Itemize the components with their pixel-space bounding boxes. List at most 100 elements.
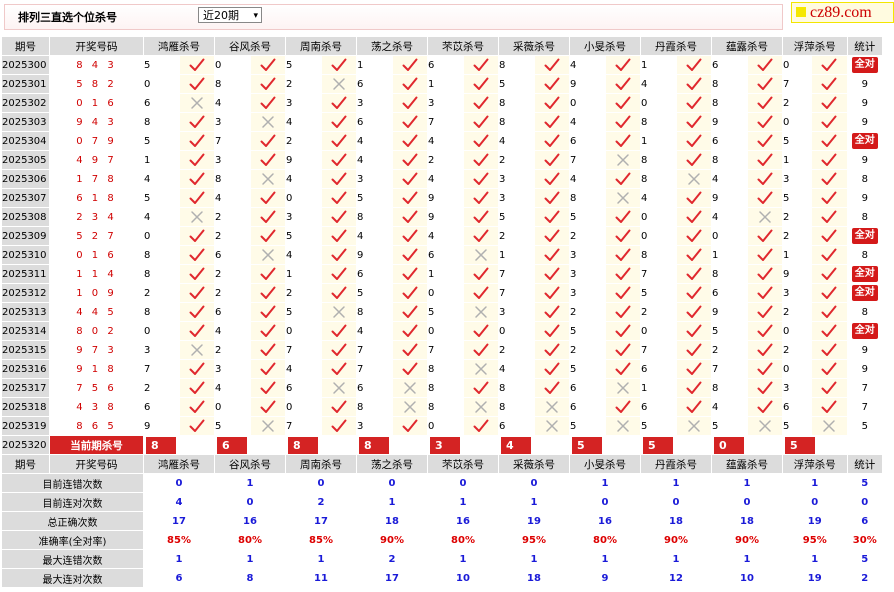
period-cell: 2025304 (1, 131, 50, 151)
stats-value: 1 (711, 549, 783, 569)
kill-number-cell: 0 (285, 188, 322, 208)
kill-number-cell: 4 (214, 378, 251, 398)
cross-icon (179, 340, 215, 360)
check-icon (747, 264, 783, 284)
check-icon (179, 55, 215, 75)
kill-number-cell: 0 (640, 226, 677, 246)
kill-number-cell: 5 (640, 416, 677, 436)
stats-value: 1 (782, 473, 848, 493)
check-icon (534, 340, 570, 360)
check-icon (605, 359, 641, 379)
current-kill-label: 当前期杀号 (49, 435, 144, 455)
check-icon (811, 340, 848, 360)
check-icon (676, 226, 712, 246)
column-header: 芣苡杀号 (427, 36, 499, 56)
kill-number-cell: 8 (640, 150, 677, 170)
check-icon (463, 93, 499, 113)
draw-number-cell: 9 1 8 (49, 359, 144, 379)
check-icon (811, 93, 848, 113)
all-right-badge: 全对 (851, 228, 878, 244)
period-select[interactable]: 近20期 ▾ (198, 7, 262, 23)
stat-count-cell: 9 (846, 93, 883, 113)
check-icon (676, 397, 712, 417)
check-icon (250, 226, 286, 246)
stats-value: 10 (427, 568, 499, 588)
draw-number-cell: 0 1 6 (49, 245, 144, 265)
period-cell: 2025311 (1, 264, 50, 284)
kill-number-cell: 0 (640, 207, 677, 227)
cross-icon (463, 359, 499, 379)
stats-label: 目前连错次数 (1, 473, 144, 493)
draw-number-cell: 7 5 6 (49, 378, 144, 398)
period-cell: 2025309 (1, 226, 50, 246)
kill-number-cell: 7 (427, 112, 464, 132)
column-header: 荡之杀号 (356, 36, 428, 56)
stat-count-cell: 全对 (846, 55, 883, 75)
kill-number-cell: 5 (569, 416, 606, 436)
check-icon (676, 340, 712, 360)
stats-value: 0 (498, 473, 570, 493)
kill-number-cell: 2 (569, 302, 606, 322)
kill-number-cell: 2 (782, 226, 812, 246)
stats-value: 30% (846, 530, 883, 550)
stats-value: 17 (356, 568, 428, 588)
cross-icon (676, 416, 712, 436)
check-icon (747, 378, 783, 398)
kill-number-cell: 5 (711, 321, 748, 341)
check-icon (463, 188, 499, 208)
kill-number-cell: 6 (569, 378, 606, 398)
column-header: 浮萍杀号 (782, 454, 848, 474)
check-icon (676, 131, 712, 151)
stats-value: 1 (356, 492, 428, 512)
stats-value: 1 (782, 549, 848, 569)
kill-number-cell: 4 (711, 207, 748, 227)
check-icon (534, 245, 570, 265)
kill-number-cell: 0 (782, 55, 812, 75)
check-icon (463, 131, 499, 151)
stats-value: 80% (569, 530, 641, 550)
site-logo[interactable]: cz89.com (791, 2, 894, 23)
check-icon (811, 302, 848, 322)
cross-icon (179, 93, 215, 113)
kill-number-cell: 0 (214, 55, 251, 75)
stats-value: 0 (143, 473, 215, 493)
column-header: 开奖号码 (49, 36, 144, 56)
kill-number-cell: 9 (569, 74, 606, 94)
table-row: 2025313 4 4 586585322928 (1, 302, 883, 322)
stats-value: 12 (640, 568, 712, 588)
draw-number-cell: 8 6 5 (49, 416, 144, 436)
cross-icon (605, 188, 641, 208)
table-row: 2025319 8 6 59 5 7 3 0 6 5 5 5 5 5 (1, 416, 883, 436)
check-icon (392, 245, 428, 265)
kill-number-cell: 6 (569, 397, 606, 417)
stats-value: 1 (569, 473, 641, 493)
table-row: 2025303 9 4 383467848909 (1, 112, 883, 132)
stats-value: 0 (427, 473, 499, 493)
stat-count-cell: 9 (846, 112, 883, 132)
kill-number-cell: 8 (356, 397, 393, 417)
check-icon (811, 264, 848, 284)
current-kill-row: 2025320 当前期杀号 8 6 8 8 3 4 5 5 0 5 (1, 435, 883, 455)
stat-count-cell: 全对 (846, 283, 883, 303)
check-icon (392, 340, 428, 360)
stats-value: 1 (427, 492, 499, 512)
kill-number-cell: 6 (143, 397, 180, 417)
kill-number-cell: 9 (711, 302, 748, 322)
kill-number-cell: 6 (356, 74, 393, 94)
kill-number-cell: 2 (214, 283, 251, 303)
kill-number-cell: 6 (285, 378, 322, 398)
kill-number-cell: 8 (640, 169, 677, 189)
kill-number-cell: 3 (569, 264, 606, 284)
current-kill-cell: 3 (427, 435, 499, 455)
stats-label: 目前连对次数 (1, 492, 144, 512)
stats-value: 11 (285, 568, 357, 588)
check-icon (605, 207, 641, 227)
check-icon (392, 169, 428, 189)
kill-number-cell: 6 (498, 416, 535, 436)
stats-value: 1 (711, 473, 783, 493)
kill-number-cell: 8 (711, 150, 748, 170)
table-row: 2025309 5 2 7 0 2 5 4 4 2 2 0 0 2 全对 (1, 226, 883, 246)
stat-count-cell: 全对 (846, 264, 883, 284)
stats-value: 90% (356, 530, 428, 550)
draw-number-cell: 8 0 2 (49, 321, 144, 341)
